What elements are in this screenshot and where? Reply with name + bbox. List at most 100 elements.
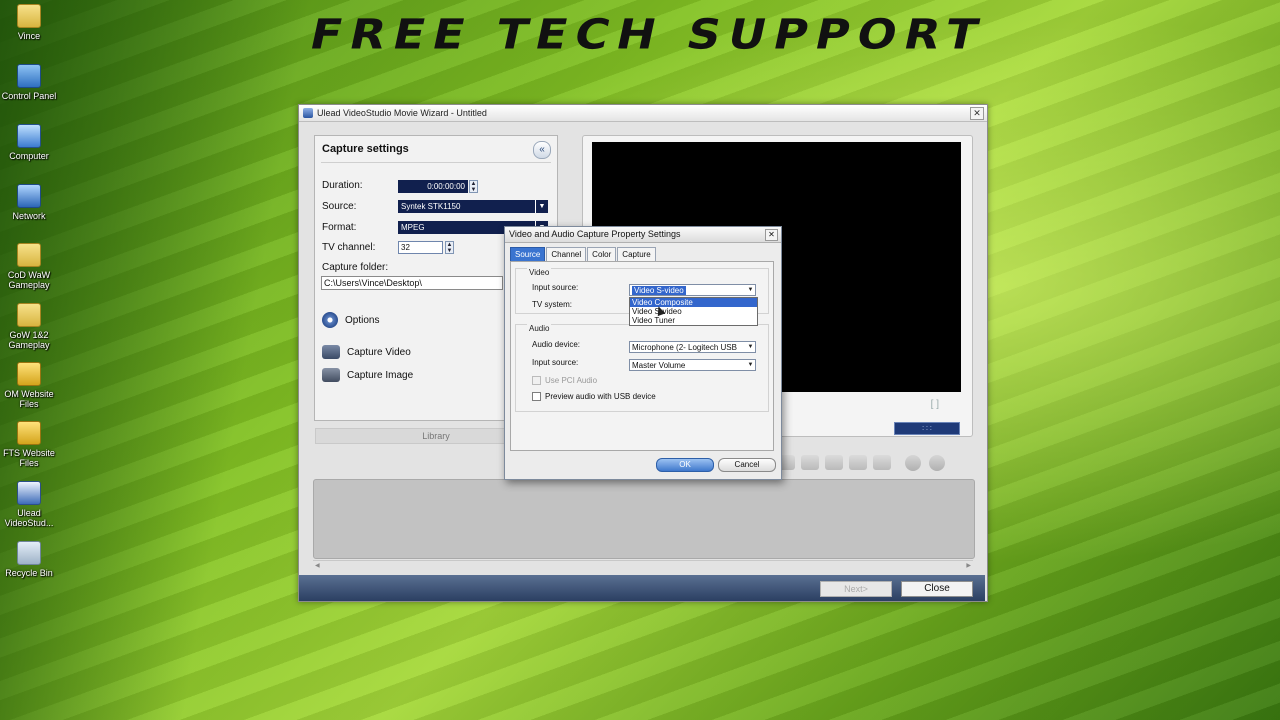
timecode-display: : : : xyxy=(894,422,960,435)
record-icon[interactable] xyxy=(801,455,819,470)
audio-input-select[interactable]: Master Volume ▼ xyxy=(629,359,756,371)
window-title: Ulead VideoStudio Movie Wizard - Untitle… xyxy=(317,108,487,118)
options-button[interactable]: Options xyxy=(322,312,379,328)
desktop-icon-ulead[interactable]: Ulead VideoStud... xyxy=(0,481,58,528)
desktop-icon-vince[interactable]: Vince xyxy=(0,4,58,41)
desktop-icon-om-website[interactable]: OM Website Files xyxy=(0,362,58,409)
audio-device-select[interactable]: Microphone (2- Logitech USB ▼ xyxy=(629,341,756,353)
recycle-bin-icon xyxy=(17,541,41,565)
desktop-icon-control-panel[interactable]: Control Panel xyxy=(0,64,58,101)
desktop-icon-fts-website[interactable]: FTS Website Files xyxy=(0,421,58,468)
scroll-right-icon[interactable]: ▶ xyxy=(966,562,971,569)
source-label: Source: xyxy=(322,201,357,212)
source-select[interactable]: Syntek STK1150 ▼ xyxy=(398,200,548,213)
dropdown-option-video-tuner[interactable]: Video Tuner xyxy=(630,316,757,325)
computer-icon xyxy=(17,124,41,148)
preview-audio-checkbox[interactable]: Preview audio with USB device xyxy=(532,392,656,401)
window-titlebar[interactable]: Ulead VideoStudio Movie Wizard - Untitle… xyxy=(299,105,987,122)
capture-folder-label: Capture folder: xyxy=(322,262,389,273)
desktop-icon-recycle-bin[interactable]: Recycle Bin xyxy=(0,541,58,578)
folder-icon xyxy=(17,4,41,28)
lock-icon xyxy=(17,362,41,386)
desktop-icon-gow[interactable]: GoW 1&2 Gameplay xyxy=(0,303,58,350)
capture-folder-field[interactable]: C:\Users\Vince\Desktop\ xyxy=(321,276,503,290)
use-pci-audio-checkbox[interactable]: Use PCI Audio xyxy=(532,376,597,385)
desktop-icon-label: Recycle Bin xyxy=(5,568,53,578)
desktop-icon-cod-waw[interactable]: CoD WaW Gameplay xyxy=(0,243,58,290)
close-button[interactable]: Close xyxy=(901,581,973,597)
scroll-left-icon[interactable]: ◀ xyxy=(315,562,320,569)
desktop-icon-label: Network xyxy=(12,211,46,221)
tv-system-label: TV system: xyxy=(532,300,573,309)
desktop-icon-label: GoW 1&2 Gameplay xyxy=(8,330,50,350)
chevron-down-icon: ▼ xyxy=(747,287,754,293)
tab-source[interactable]: Source xyxy=(510,247,546,261)
dialog-close-button[interactable]: ✕ xyxy=(765,229,778,241)
checkbox-box xyxy=(532,392,541,401)
gear-icon xyxy=(322,312,338,328)
collapse-panel-button[interactable]: « xyxy=(533,141,551,159)
audio-device-value: Microphone (2- Logitech USB xyxy=(632,343,737,352)
dropdown-option-video-composite[interactable]: Video Composite xyxy=(630,298,757,307)
tv-channel-spinner[interactable]: ▲ ▼ xyxy=(445,241,454,254)
desktop-icon-label: Vince xyxy=(17,31,41,41)
window-close-button[interactable]: ✕ xyxy=(970,107,984,120)
source-value: Syntek STK1150 xyxy=(401,202,461,211)
chevron-down-icon: ▼ xyxy=(747,344,754,350)
camera-icon xyxy=(322,368,340,382)
dropdown-option-video-s-video[interactable]: Video S-video xyxy=(630,307,757,316)
ok-button[interactable]: OK xyxy=(656,458,714,472)
checkbox-box xyxy=(532,376,541,385)
tab-channel[interactable]: Channel xyxy=(546,247,587,261)
format-value: MPEG xyxy=(401,223,425,232)
help-icon[interactable] xyxy=(905,455,921,471)
tab-color[interactable]: Color xyxy=(587,247,617,261)
network-icon xyxy=(17,184,41,208)
desktop-icon-label: Control Panel xyxy=(1,91,57,101)
desktop-icon-label: Computer xyxy=(9,151,49,161)
tab-capture[interactable]: Capture xyxy=(617,247,656,261)
audio-group-label: Audio xyxy=(527,324,552,333)
media-tray-scrollbar[interactable]: ◀ ▶ xyxy=(313,560,973,569)
folder-icon xyxy=(17,243,41,267)
capture-video-button[interactable]: Capture Video xyxy=(322,345,411,359)
close-icon[interactable] xyxy=(929,455,945,471)
audio-input-label: Input source: xyxy=(532,358,579,367)
desktop-icon-label: Ulead VideoStud... xyxy=(4,508,54,528)
desktop-icon-label: OM Website Files xyxy=(4,389,54,409)
dialog-tabs: Source Channel Color Capture xyxy=(510,247,657,261)
cancel-button[interactable]: Cancel xyxy=(718,458,776,472)
trim-brackets[interactable]: [ ] xyxy=(931,399,939,410)
tv-channel-field[interactable]: 32 xyxy=(398,241,443,254)
source-tab-panel: Video Input source: Video S-video ▼ TV s… xyxy=(510,261,774,451)
redo-icon[interactable] xyxy=(873,455,891,470)
format-label: Format: xyxy=(322,222,357,233)
input-source-value: Video S-video xyxy=(632,286,686,295)
tv-channel-label: TV channel: xyxy=(322,242,376,253)
capture-settings-title: Capture settings xyxy=(322,143,409,155)
duration-spinner[interactable]: ▲ ▼ xyxy=(469,180,478,193)
capture-property-dialog: Video and Audio Capture Property Setting… xyxy=(504,226,782,480)
folder-icon xyxy=(17,303,41,327)
audio-input-value: Master Volume xyxy=(632,361,686,370)
capture-image-button[interactable]: Capture Image xyxy=(322,368,413,382)
audio-device-label: Audio device: xyxy=(532,340,581,349)
desktop-icon-network[interactable]: Network xyxy=(0,184,58,221)
options-label: Options xyxy=(345,314,380,326)
app-icon xyxy=(303,108,313,118)
desktop-icon-computer[interactable]: Computer xyxy=(0,124,58,161)
preview-audio-label: Preview audio with USB device xyxy=(545,392,656,401)
lock-icon xyxy=(17,421,41,445)
video-camera-icon xyxy=(322,345,340,359)
ulead-icon xyxy=(17,481,41,505)
next-button[interactable]: Next> xyxy=(820,581,892,597)
media-tray xyxy=(313,479,975,559)
input-source-select[interactable]: Video S-video ▼ xyxy=(629,284,756,296)
save-icon[interactable] xyxy=(825,455,843,470)
desktop-icon-label: CoD WaW Gameplay xyxy=(7,270,51,290)
banner-text: FREE TECH SUPPORT xyxy=(305,10,991,59)
duration-field[interactable]: 0:00:00:00 xyxy=(398,180,468,193)
undo-icon[interactable] xyxy=(849,455,867,470)
dialog-title[interactable]: Video and Audio Capture Property Setting… xyxy=(505,227,781,243)
input-source-dropdown-list: Video Composite Video S-video Video Tune… xyxy=(629,297,758,326)
